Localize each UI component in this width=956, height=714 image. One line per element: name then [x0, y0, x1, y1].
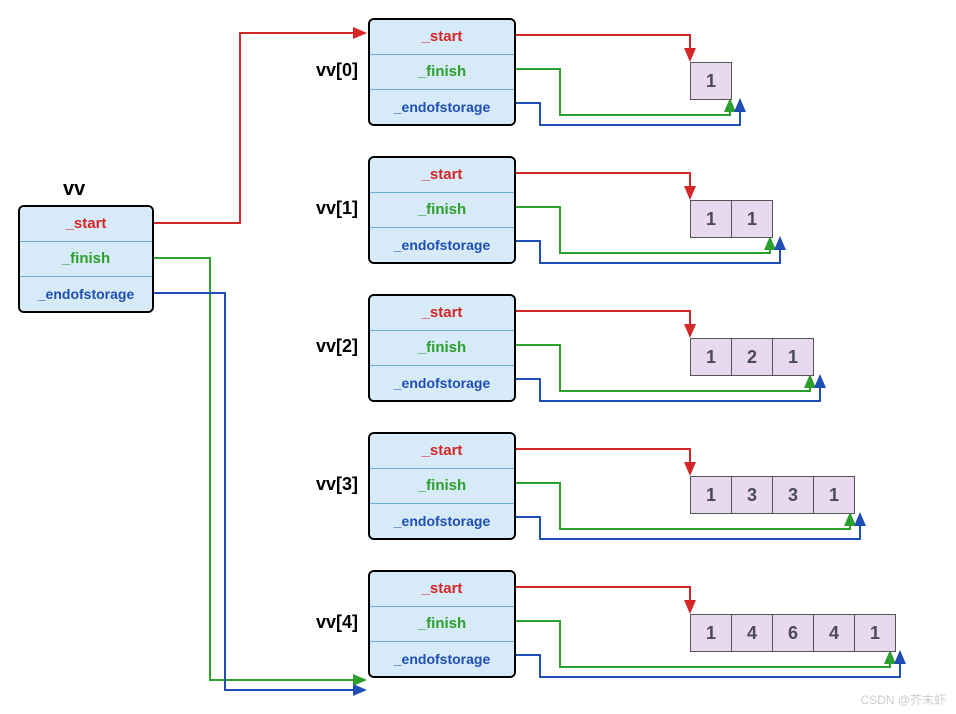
- sub-vector-box: _start_finish_endofstorage: [368, 432, 516, 540]
- data-cell: 1: [690, 62, 732, 100]
- sub-vector-field-eos: _endofstorage: [370, 641, 514, 676]
- sub-vector-box: _start_finish_endofstorage: [368, 156, 516, 264]
- sub-vector-field-start: _start: [370, 572, 514, 606]
- sub-vector-field-eos: _endofstorage: [370, 365, 514, 400]
- vv-index-label: vv[3]: [288, 474, 358, 495]
- data-cell: 1: [855, 614, 896, 652]
- data-cell: 1: [732, 200, 773, 238]
- sub-vector-field-eos: _endofstorage: [370, 503, 514, 538]
- sub-vector-field-finish: _finish: [370, 606, 514, 641]
- vv-field-eos: _endofstorage: [20, 276, 152, 311]
- watermark: CSDN @芥末虾: [860, 691, 946, 708]
- sub-vector-field-eos: _endofstorage: [370, 227, 514, 262]
- data-cell: 1: [690, 614, 732, 652]
- vv-box: _start _finish _endofstorage: [18, 205, 154, 313]
- sub-vector-field-finish: _finish: [370, 54, 514, 89]
- data-cell: 6: [773, 614, 814, 652]
- diagram-canvas: vv _start _finish _endofstorage vv[0] _st…: [0, 0, 956, 714]
- vv-index-label: vv[1]: [288, 198, 358, 219]
- sub-vector-box: _start_finish_endofstorage: [368, 18, 516, 126]
- vv-field-finish: _finish: [20, 241, 152, 276]
- vv-title: vv: [63, 178, 85, 201]
- data-cell: 4: [814, 614, 855, 652]
- sub-vector-field-start: _start: [370, 158, 514, 192]
- vv-index-label: vv[0]: [288, 60, 358, 81]
- sub-vector-box: _start_finish_endofstorage: [368, 294, 516, 402]
- data-cell: 1: [690, 476, 732, 514]
- data-array: 1331: [690, 476, 855, 514]
- data-cell: 1: [814, 476, 855, 514]
- data-cell: 1: [690, 200, 732, 238]
- data-cell: 1: [690, 338, 732, 376]
- data-array: 121: [690, 338, 814, 376]
- sub-vector-field-finish: _finish: [370, 330, 514, 365]
- sub-vector-field-finish: _finish: [370, 192, 514, 227]
- data-array: 14641: [690, 614, 896, 652]
- sub-vector-field-start: _start: [370, 296, 514, 330]
- data-cell: 2: [732, 338, 773, 376]
- sub-vector-field-eos: _endofstorage: [370, 89, 514, 124]
- data-cell: 1: [773, 338, 814, 376]
- sub-vector-field-start: _start: [370, 434, 514, 468]
- data-array: 11: [690, 200, 773, 238]
- data-cell: 4: [732, 614, 773, 652]
- sub-vector-field-start: _start: [370, 20, 514, 54]
- data-cell: 3: [732, 476, 773, 514]
- vv-index-label: vv[4]: [288, 612, 358, 633]
- data-array: 1: [690, 62, 732, 100]
- vv-index-label: vv[2]: [288, 336, 358, 357]
- vv-field-start: _start: [20, 207, 152, 241]
- sub-vector-field-finish: _finish: [370, 468, 514, 503]
- sub-vector-box: _start_finish_endofstorage: [368, 570, 516, 678]
- data-cell: 3: [773, 476, 814, 514]
